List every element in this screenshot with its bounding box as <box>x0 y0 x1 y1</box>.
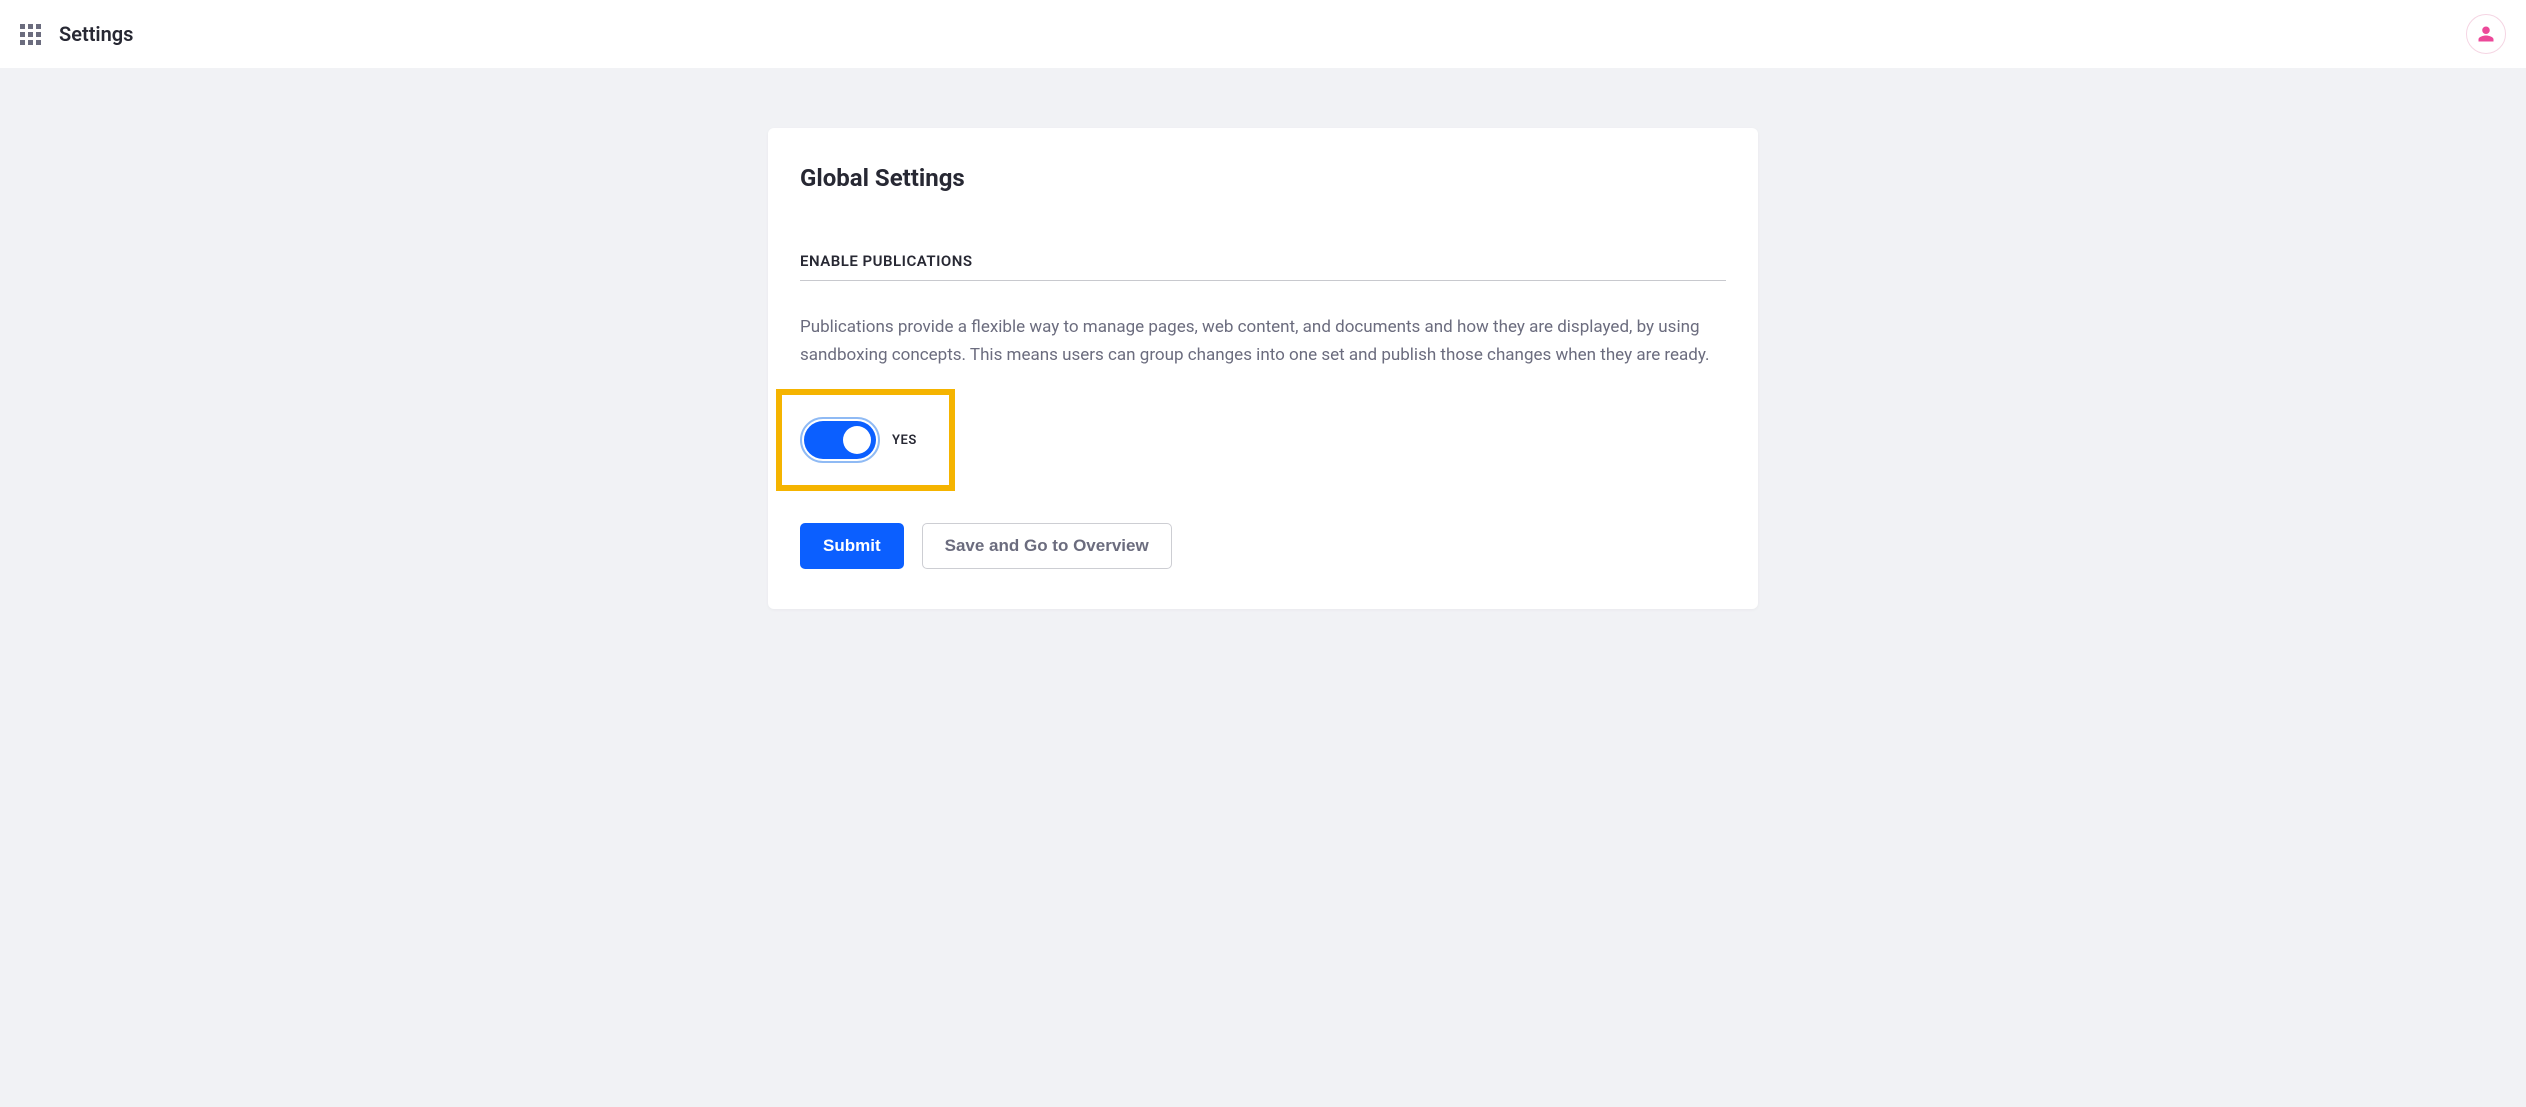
toggle-highlight-box: YES <box>776 389 955 491</box>
enable-publications-toggle-wrap: YES <box>800 417 917 463</box>
toggle-state-label: YES <box>892 433 917 448</box>
apps-grid-icon[interactable] <box>20 24 41 45</box>
submit-button[interactable]: Submit <box>800 523 904 569</box>
header-title: Settings <box>59 22 133 46</box>
publications-description: Publications provide a flexible way to m… <box>800 313 1726 369</box>
section-header-enable-publications: ENABLE PUBLICATIONS <box>800 252 1726 281</box>
card-title: Global Settings <box>800 164 1726 192</box>
enable-publications-toggle[interactable] <box>800 417 880 463</box>
app-header: Settings <box>0 0 2526 68</box>
button-row: Submit Save and Go to Overview <box>800 523 1726 569</box>
settings-card: Global Settings ENABLE PUBLICATIONS Publ… <box>768 128 1758 609</box>
header-left: Settings <box>20 22 133 46</box>
page-body: Global Settings ENABLE PUBLICATIONS Publ… <box>0 68 2526 669</box>
save-and-go-to-overview-button[interactable]: Save and Go to Overview <box>922 523 1172 569</box>
user-avatar-button[interactable] <box>2466 14 2506 54</box>
user-icon <box>2477 25 2495 43</box>
